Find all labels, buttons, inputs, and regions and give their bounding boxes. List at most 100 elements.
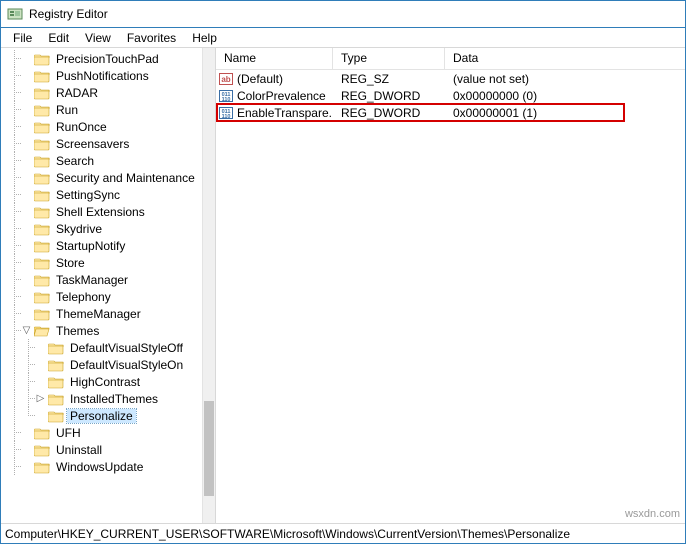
tree-node-label[interactable]: PushNotifications bbox=[53, 69, 152, 83]
tree-node[interactable]: StartupNotify bbox=[7, 237, 202, 254]
svg-text:ab: ab bbox=[221, 75, 230, 84]
tree-node[interactable]: ▷ InstalledThemes bbox=[7, 390, 202, 407]
tree-node-label[interactable]: TaskManager bbox=[53, 273, 131, 287]
folder-icon bbox=[34, 103, 50, 117]
svg-text:110: 110 bbox=[222, 97, 231, 103]
folder-icon bbox=[34, 52, 50, 66]
tree-node[interactable]: Shell Extensions bbox=[7, 203, 202, 220]
tree-node[interactable]: Screensavers bbox=[7, 135, 202, 152]
tree-node[interactable]: Search bbox=[7, 152, 202, 169]
column-header-type[interactable]: Type bbox=[333, 48, 445, 70]
tree-node[interactable]: Skydrive bbox=[7, 220, 202, 237]
folder-icon bbox=[34, 205, 50, 219]
content-area: PrecisionTouchPad PushNotifications RADAR R… bbox=[1, 48, 685, 523]
tree-node[interactable]: Telephony bbox=[7, 288, 202, 305]
tree-node[interactable]: Personalize bbox=[7, 407, 202, 424]
collapse-icon[interactable]: ▽ bbox=[21, 325, 32, 336]
folder-icon bbox=[34, 154, 50, 168]
list-row[interactable]: 011110EnableTranspare...REG_DWORD0x00000… bbox=[216, 104, 685, 121]
reg-string-icon: ab bbox=[218, 71, 234, 87]
tree-node[interactable]: PushNotifications bbox=[7, 67, 202, 84]
expander-placeholder bbox=[21, 206, 32, 217]
folder-icon bbox=[34, 443, 50, 457]
tree-node-label[interactable]: Shell Extensions bbox=[53, 205, 148, 219]
menu-file[interactable]: File bbox=[5, 29, 40, 47]
list-row[interactable]: 011110ColorPrevalenceREG_DWORD0x00000000… bbox=[216, 87, 685, 104]
tree-node[interactable]: Store bbox=[7, 254, 202, 271]
tree-node[interactable]: SettingSync bbox=[7, 186, 202, 203]
folder-icon bbox=[34, 188, 50, 202]
folder-icon bbox=[34, 307, 50, 321]
folder-icon bbox=[34, 290, 50, 304]
expander-placeholder bbox=[35, 376, 46, 387]
expander-placeholder bbox=[21, 53, 32, 64]
tree-view[interactable]: PrecisionTouchPad PushNotifications RADAR R… bbox=[1, 48, 202, 523]
tree-node-label[interactable]: Uninstall bbox=[53, 443, 105, 457]
tree-node-label[interactable]: RADAR bbox=[53, 86, 101, 100]
tree-node-label[interactable]: InstalledThemes bbox=[67, 392, 161, 406]
tree-node-label[interactable]: UFH bbox=[53, 426, 84, 440]
tree-node[interactable]: HighContrast bbox=[7, 373, 202, 390]
expander-placeholder bbox=[35, 359, 46, 370]
watermark: wsxdn.com bbox=[625, 508, 680, 520]
expander-placeholder bbox=[21, 444, 32, 455]
tree-node-label[interactable]: StartupNotify bbox=[53, 239, 128, 253]
expander-placeholder bbox=[21, 240, 32, 251]
tree-node-label[interactable]: Personalize bbox=[67, 409, 136, 423]
tree-node-label[interactable]: RunOnce bbox=[53, 120, 110, 134]
tree-node-label[interactable]: Skydrive bbox=[53, 222, 105, 236]
expander-placeholder bbox=[21, 189, 32, 200]
tree-pane: PrecisionTouchPad PushNotifications RADAR R… bbox=[1, 48, 216, 523]
menu-view[interactable]: View bbox=[77, 29, 119, 47]
menu-help[interactable]: Help bbox=[184, 29, 225, 47]
folder-icon bbox=[48, 358, 64, 372]
tree-node-label[interactable]: SettingSync bbox=[53, 188, 123, 202]
tree-node-label[interactable]: Search bbox=[53, 154, 97, 168]
expand-icon[interactable]: ▷ bbox=[35, 393, 46, 404]
tree-node-label[interactable]: Telephony bbox=[53, 290, 114, 304]
tree-node-label[interactable]: HighContrast bbox=[67, 375, 143, 389]
tree-node-label[interactable]: Run bbox=[53, 103, 81, 117]
tree-node-label[interactable]: Screensavers bbox=[53, 137, 132, 151]
tree-node[interactable]: ThemeManager bbox=[7, 305, 202, 322]
value-type: REG_DWORD bbox=[333, 89, 445, 103]
tree-node-label[interactable]: Store bbox=[53, 256, 88, 270]
expander-placeholder bbox=[21, 87, 32, 98]
column-header-name[interactable]: Name bbox=[216, 48, 333, 70]
tree-node[interactable]: PrecisionTouchPad bbox=[7, 50, 202, 67]
value-name: (Default) bbox=[237, 72, 283, 86]
tree-node[interactable]: TaskManager bbox=[7, 271, 202, 288]
tree-node[interactable]: Security and Maintenance bbox=[7, 169, 202, 186]
scrollbar-thumb[interactable] bbox=[204, 401, 214, 496]
tree-node[interactable]: RunOnce bbox=[7, 118, 202, 135]
tree-node-label[interactable]: Themes bbox=[53, 324, 102, 338]
tree-node-label[interactable]: ThemeManager bbox=[53, 307, 144, 321]
menu-favorites[interactable]: Favorites bbox=[119, 29, 184, 47]
folder-icon bbox=[34, 120, 50, 134]
tree-scrollbar[interactable] bbox=[202, 48, 215, 523]
tree-node[interactable]: RADAR bbox=[7, 84, 202, 101]
tree-node-label[interactable]: DefaultVisualStyleOff bbox=[67, 341, 186, 355]
reg-dword-icon: 011110 bbox=[218, 105, 234, 121]
expander-placeholder bbox=[21, 257, 32, 268]
tree-node[interactable]: UFH bbox=[7, 424, 202, 441]
menu-edit[interactable]: Edit bbox=[40, 29, 77, 47]
tree-node[interactable]: DefaultVisualStyleOff bbox=[7, 339, 202, 356]
tree-node[interactable]: ▽ Themes bbox=[7, 322, 202, 339]
list-row[interactable]: ab(Default)REG_SZ(value not set) bbox=[216, 70, 685, 87]
folder-icon bbox=[34, 171, 50, 185]
tree-node[interactable]: Run bbox=[7, 101, 202, 118]
svg-text:110: 110 bbox=[222, 114, 231, 120]
tree-node-label[interactable]: Security and Maintenance bbox=[53, 171, 198, 185]
tree-node[interactable]: WindowsUpdate bbox=[7, 458, 202, 475]
tree-node-label[interactable]: PrecisionTouchPad bbox=[53, 52, 162, 66]
titlebar[interactable]: Registry Editor bbox=[1, 1, 685, 28]
folder-icon bbox=[34, 86, 50, 100]
tree-node-label[interactable]: DefaultVisualStyleOn bbox=[67, 358, 186, 372]
value-type: REG_DWORD bbox=[333, 106, 445, 120]
tree-node[interactable]: Uninstall bbox=[7, 441, 202, 458]
folder-icon bbox=[48, 409, 64, 423]
tree-node-label[interactable]: WindowsUpdate bbox=[53, 460, 146, 474]
tree-node[interactable]: DefaultVisualStyleOn bbox=[7, 356, 202, 373]
column-header-data[interactable]: Data bbox=[445, 48, 685, 70]
